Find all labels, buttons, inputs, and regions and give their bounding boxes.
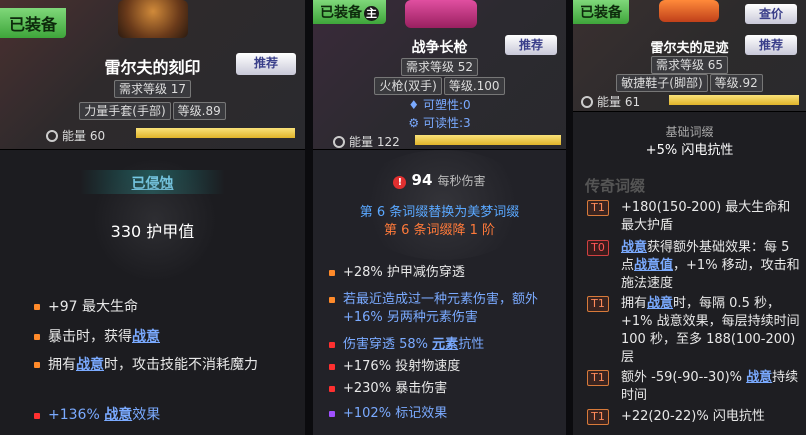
energy-bar-fill [136,128,295,138]
affix-5: +22(20-22)% 闪电抗性 [621,409,765,424]
energy-label: 能量 61 [581,93,640,110]
equipped-badge: 已装备 [0,8,67,38]
item-level: 等级.92 [709,74,763,92]
readability-row: ⚙ 可读性:3 [313,114,566,131]
energy-text: 能量 122 [349,135,400,149]
keyword-fighting-will-value[interactable]: 战意值 [634,258,673,273]
affix-2: 战意获得额外基础效果：每 5 点战意值，+1% 移动，攻击和施法速度 [621,240,800,291]
item-tooltip-reyf-footprint: 已装备 查价 雷尔夫的足迹 推荐 需求等级 65 敏捷鞋子(脚部) 等级.92 能… [573,0,806,435]
affix-2: 若最近造成过一种元素伤害，额外 +16% 另两种元素伤害 [343,292,539,325]
keyword-fighting-will[interactable]: 战意 [132,329,160,345]
drop-icon: ♦ [408,98,423,112]
dps-value: 94 [411,171,433,189]
affix-2: 暴击时，获得战意 [48,329,160,345]
affix-1: +28% 护甲减伤穿透 [343,265,465,280]
affix-dot [329,386,335,392]
affix-dot [34,413,40,419]
energy-label: 能量 122 [333,133,400,150]
energy-bar [415,135,561,145]
energy-label: 能量 60 [46,127,105,144]
affix-4: +136% 战意效果 [48,407,161,423]
keyword-fighting-will[interactable]: 战意 [746,370,772,385]
alert-icon: ! [393,176,407,189]
energy-text: 能量 61 [597,95,641,109]
type-row: 敏捷鞋子(脚部) 等级.92 [573,74,806,92]
affix-4: +176% 投射物速度 [343,359,461,374]
energy-icon [581,95,593,108]
item-icon-gauntlet [118,0,188,38]
type-row: 力量手套(手部) 等级.89 [0,102,305,120]
affix-dot [329,342,335,348]
required-level: 需求等级 52 [400,58,479,76]
affix-dot [329,364,335,370]
energy-bar [669,95,799,105]
base-affix-title: 基础词缀 [665,125,714,139]
item-type: 火枪(双手) [374,77,442,95]
main-hand-icon: 主 [364,6,379,21]
energy-bar [136,128,295,138]
dream-affix-note: 第 6 条词缀替换为美梦词缀 [359,205,520,220]
plasticity-row: ♦ 可塑性:0 [313,96,566,113]
equipped-badge: 已装备 [573,0,629,24]
energy-bar-fill [669,95,799,105]
affix-3: 拥有战意时，每隔 0.5 秒，+1% 战意效果，每层持续时间 100 秒，至多 … [621,296,800,365]
req-row: 需求等级 52 [313,58,566,76]
required-level: 需求等级 17 [113,80,192,98]
plasticity: 可塑性:0 [422,98,471,112]
affix-6: +102% 标记效果 [343,406,448,421]
tier-badge: T1 [587,200,609,216]
type-row: 火枪(双手) 等级.100 [313,77,566,95]
price-check-button[interactable]: 查价 [745,4,797,24]
req-row: 需求等级 17 [0,80,305,98]
dps-label: 每秒伤害 [437,174,486,188]
affix-5: +230% 暴击伤害 [343,381,448,396]
tier-badge: T1 [587,296,609,312]
keyword-fighting-will[interactable]: 战意 [647,296,673,311]
recommend-button[interactable]: 推荐 [505,35,557,55]
base-affix: +5% 闪电抗性 [645,143,734,158]
item-type: 力量手套(手部) [79,102,171,120]
item-icon-musket [405,0,477,28]
tier-badge: T1 [587,409,609,425]
affix-4: 额外 -59(-90--30)% 战意持续时间 [621,370,799,403]
keyword-fighting-will[interactable]: 战意 [76,357,104,373]
energy-text: 能量 60 [62,129,106,143]
dps-row: ! 94 每秒伤害 [313,170,566,189]
recommend-button[interactable]: 推荐 [745,35,797,55]
affix-dot [329,411,335,417]
readability: 可读性:3 [422,116,471,130]
energy-icon [333,135,345,148]
energy-bar-fill [415,135,561,145]
affix-dot [329,297,335,303]
tier-badge: T0 [587,240,609,256]
affix-1: +97 最大生命 [48,299,138,315]
armor-value: 330 护甲值 [110,222,195,241]
recommend-button[interactable]: 推荐 [236,53,296,75]
item-level: 等级.89 [172,102,226,120]
affix-dot [329,270,335,276]
affix-3: 拥有战意时，攻击技能不消耗魔力 [48,357,258,373]
affix-dot [34,362,40,368]
legendary-affix-title: 传奇词缀 [585,177,646,195]
item-tooltip-reyf-imprint: 已装备 雷尔夫的刻印 推荐 需求等级 17 力量手套(手部) 等级.89 能量 6… [0,0,305,435]
equipped-badge: 已装备主 [313,0,386,24]
affix-1: +180(150-200) 最大生命和最大护盾 [621,200,791,233]
tier-down-note: 第 6 条词缀降 1 阶 [383,223,496,238]
item-level: 等级.100 [443,77,505,95]
keyword-fighting-will[interactable]: 战意 [104,407,132,423]
keyword-fighting-will[interactable]: 战意 [621,240,647,255]
affix-3: 伤害穿透 58% 元素抗性 [343,337,485,352]
required-level: 需求等级 65 [650,56,729,74]
req-row: 需求等级 65 [573,56,806,74]
tier-badge: T1 [587,370,609,386]
affix-dot [34,304,40,310]
item-tooltip-war-spear: 已装备主 战争长枪 推荐 需求等级 52 火枪(双手) 等级.100 ♦ 可塑性:… [313,0,566,435]
item-icon-boots [659,0,719,22]
item-type: 敏捷鞋子(脚部) [616,74,708,92]
energy-icon [46,129,58,142]
affix-dot [34,334,40,340]
gear-icon: ⚙ [408,116,423,130]
